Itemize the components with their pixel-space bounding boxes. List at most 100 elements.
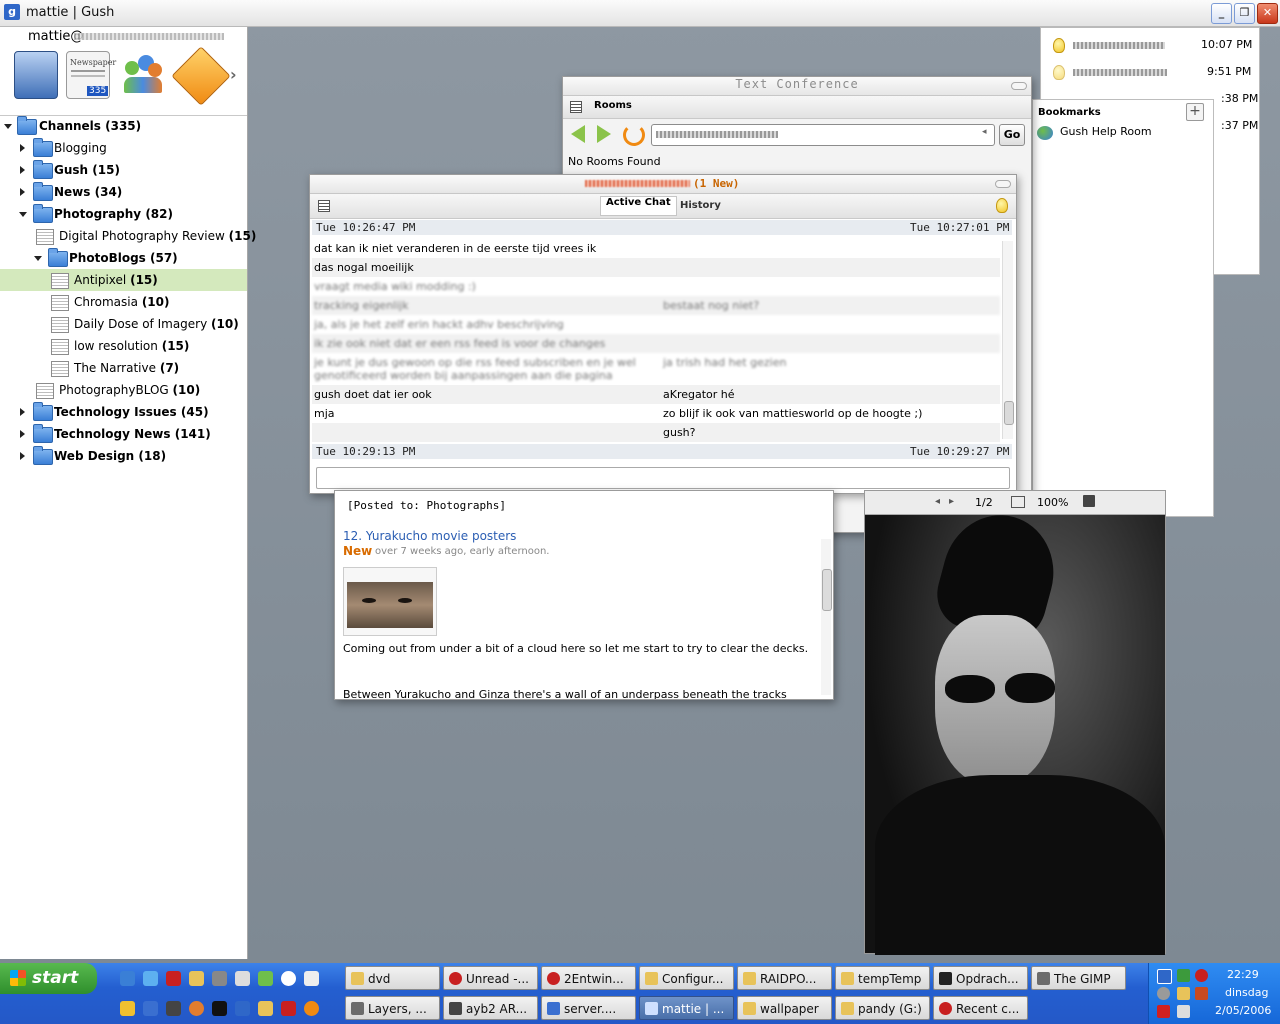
quicklaunch-app-icon[interactable] (304, 1001, 319, 1016)
tree-item-blogging[interactable]: Blogging (0, 137, 247, 159)
quicklaunch-opera-icon[interactable] (166, 971, 181, 986)
article-scrollbar[interactable] (821, 539, 832, 695)
article-scrollbar-thumb[interactable] (822, 569, 832, 611)
quicklaunch-firefox-icon[interactable] (189, 1001, 204, 1016)
quicklaunch-gimp-icon[interactable] (212, 971, 227, 986)
quicklaunch-app-icon[interactable] (281, 971, 296, 986)
contact-name-redacted[interactable] (1073, 42, 1165, 49)
tree-item-news[interactable]: News (34) (0, 181, 247, 203)
quicklaunch-app-icon[interactable] (258, 971, 273, 986)
menu-icon[interactable] (570, 101, 582, 113)
quicklaunch-ie-icon[interactable] (120, 971, 135, 986)
expand-arrow-icon[interactable] (20, 452, 25, 460)
newspaper-icon[interactable]: Newspaper 335 (66, 51, 116, 99)
tray-icon[interactable] (1157, 1005, 1170, 1018)
expand-arrow-icon[interactable] (20, 166, 25, 174)
tray-icon[interactable] (1157, 987, 1170, 1000)
tree-item-channels[interactable]: Channels (335) (0, 115, 247, 137)
expand-arrow-icon[interactable] (20, 408, 25, 416)
quicklaunch-folder-icon[interactable] (189, 971, 204, 986)
toolbar-more-chevron-icon[interactable]: › (230, 65, 237, 84)
close-button[interactable]: ✕ (1257, 3, 1278, 24)
clock-time[interactable]: 22:29 (1227, 968, 1259, 981)
taskbar-item[interactable]: tempTemp (835, 966, 930, 990)
collapse-arrow-icon[interactable] (34, 256, 42, 261)
save-icon[interactable] (1083, 495, 1095, 507)
prev-image-icon[interactable]: ◂ (935, 496, 940, 507)
tray-icon[interactable] (1195, 987, 1208, 1000)
fit-icon[interactable] (1011, 496, 1025, 508)
tree-item-the-narrative[interactable]: The Narrative (7) (0, 357, 247, 379)
taskbar-item-active[interactable]: mattie | ... (639, 996, 734, 1020)
tree-item-photographyblog[interactable]: PhotographyBLOG (10) (0, 379, 247, 401)
network-tray-icon[interactable] (1177, 969, 1190, 982)
taskbar-item[interactable]: Unread -... (443, 966, 538, 990)
taskbar-item[interactable]: Opdrach... (933, 966, 1028, 990)
forward-arrow-icon[interactable] (597, 125, 611, 143)
article-title-link[interactable]: 12. Yurakucho movie posters (343, 529, 516, 543)
taskbar-item[interactable]: pandy (G:) (835, 996, 930, 1020)
tree-item-low-resolution[interactable]: low resolution (15) (0, 335, 247, 357)
tab-active-chat[interactable]: Active Chat (600, 196, 677, 216)
profile-card-icon[interactable] (14, 51, 58, 99)
contact-name-redacted[interactable] (1073, 69, 1167, 76)
collapse-arrow-icon[interactable] (4, 124, 12, 129)
tree-item-gush[interactable]: Gush (15) (0, 159, 247, 181)
restore-button[interactable]: ❐ (1234, 3, 1255, 24)
quicklaunch-app-icon[interactable] (281, 1001, 296, 1016)
quicklaunch-app-icon[interactable] (258, 1001, 273, 1016)
quicklaunch-app-icon[interactable] (143, 1001, 158, 1016)
opera-tray-icon[interactable] (1195, 969, 1208, 982)
back-arrow-icon[interactable] (571, 125, 585, 143)
expand-arrow-icon[interactable] (20, 188, 25, 196)
tree-item-chromasia[interactable]: Chromasia (10) (0, 291, 247, 313)
go-button[interactable]: Go (999, 124, 1025, 146)
chat-scrollbar-thumb[interactable] (1004, 401, 1014, 425)
chat-scrollbar[interactable] (1002, 241, 1014, 439)
expand-arrow-icon[interactable] (20, 430, 25, 438)
minimize-button[interactable]: _ (1211, 3, 1232, 24)
tree-item-technology-issues[interactable]: Technology Issues (45) (0, 401, 247, 423)
taskbar-item[interactable]: dvd (345, 966, 440, 990)
lightbulb-icon[interactable] (996, 198, 1008, 213)
add-bookmark-button[interactable]: + (1186, 103, 1204, 121)
tree-item-antipixel[interactable]: Antipixel (15) (0, 269, 247, 291)
tab-rooms[interactable]: Rooms (594, 100, 632, 111)
quicklaunch-browser-icon[interactable] (143, 971, 158, 986)
cursor-tray-icon[interactable] (1177, 1005, 1190, 1018)
tree-item-web-design[interactable]: Web Design (18) (0, 445, 247, 467)
chat-message-input[interactable] (316, 467, 1010, 489)
quicklaunch-calc-icon[interactable] (235, 971, 250, 986)
next-image-icon[interactable]: ▸ (949, 496, 954, 507)
room-address-input[interactable]: ◂ (651, 124, 995, 146)
quicklaunch-app-icon[interactable] (235, 1001, 250, 1016)
contacts-icon[interactable] (122, 51, 164, 97)
taskbar-item[interactable]: RAIDPO... (737, 966, 832, 990)
article-thumbnail[interactable] (343, 567, 437, 636)
menu-icon[interactable] (318, 200, 330, 212)
chat-minimize-button[interactable] (995, 180, 1011, 188)
taskbar-item[interactable]: ayb2 AR... (443, 996, 538, 1020)
tab-history[interactable]: History (680, 200, 721, 211)
quicklaunch-app-icon[interactable] (304, 971, 319, 986)
conference-minimize-button[interactable] (1011, 82, 1027, 90)
tree-item-daily-dose[interactable]: Daily Dose of Imagery (10) (0, 313, 247, 335)
bookmark-item[interactable]: Gush Help Room (1060, 125, 1152, 138)
expand-arrow-icon[interactable] (20, 144, 25, 152)
tree-item-digital-photography-review[interactable]: Digital Photography Review (15) (0, 225, 256, 247)
taskbar-item[interactable]: Recent c... (933, 996, 1028, 1020)
quicklaunch-console-icon[interactable] (212, 1001, 227, 1016)
taskbar-item[interactable]: Layers, ... (345, 996, 440, 1020)
tray-icon[interactable] (1177, 987, 1190, 1000)
routes-icon[interactable] (171, 46, 231, 106)
quicklaunch-app-icon[interactable] (166, 1001, 181, 1016)
dropdown-arrow-icon[interactable]: ◂ (982, 127, 987, 137)
taskbar-item[interactable]: server.... (541, 996, 636, 1020)
collapse-arrow-icon[interactable] (19, 212, 27, 217)
taskbar-item[interactable]: 2Entwin... (541, 966, 636, 990)
quicklaunch-app-icon[interactable] (120, 1001, 135, 1016)
taskbar-item[interactable]: Configur... (639, 966, 734, 990)
taskbar-item[interactable]: The GIMP (1031, 966, 1126, 990)
start-button[interactable]: start (0, 963, 97, 994)
tree-item-photoblogs[interactable]: PhotoBlogs (57) (0, 247, 247, 269)
